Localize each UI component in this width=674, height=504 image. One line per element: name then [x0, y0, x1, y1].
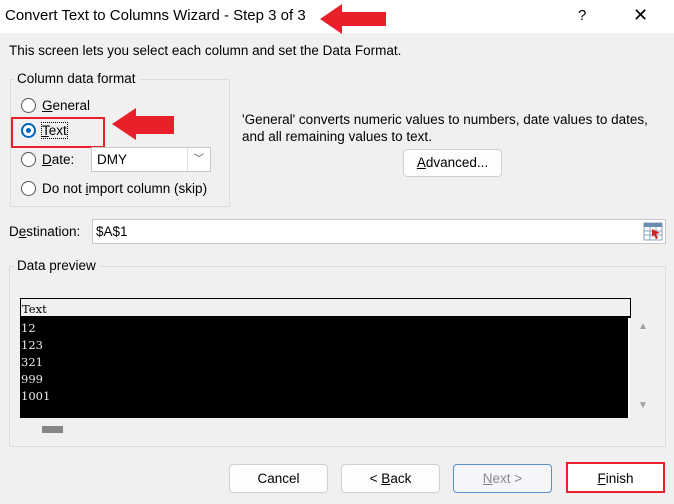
chevron-down-icon[interactable]: ﹀	[187, 148, 210, 171]
horizontal-scrollbar-thumb[interactable]	[42, 426, 63, 433]
preview-body: 12 123 321 999 1001	[20, 318, 630, 418]
preview-row: 1001	[21, 389, 51, 403]
radio-date-label: Date:	[42, 152, 74, 167]
mnemonic: B	[381, 471, 391, 486]
label-rest: dvanced...	[425, 155, 489, 170]
cancel-label: Cancel	[257, 471, 300, 486]
close-button[interactable]: ✕	[633, 5, 648, 26]
radio-general-label: General	[42, 98, 90, 113]
label-rest: eneral	[52, 98, 91, 113]
radio-skip-label: Do not import column (skip)	[42, 181, 207, 196]
mnemonic: D	[42, 152, 52, 167]
label-rest: ack	[390, 471, 412, 486]
radio-circle-icon	[21, 98, 36, 113]
preview-column-header[interactable]: Text	[20, 298, 631, 318]
preview-row: 123	[21, 338, 43, 352]
column-data-format-label: Column data format	[14, 71, 139, 86]
red-arrow-annotation-icon	[320, 4, 386, 34]
date-format-value: DMY	[97, 152, 127, 167]
label-rest: inish	[605, 471, 634, 486]
range-select-icon[interactable]	[643, 222, 663, 241]
red-arrow-annotation-icon	[112, 108, 174, 140]
preview-row: 12	[21, 321, 36, 335]
radio-general[interactable]: General	[21, 98, 90, 113]
mnemonic: A	[416, 155, 426, 170]
label-rest: mport column (skip)	[88, 181, 208, 196]
preview-row: 321	[21, 355, 43, 369]
mnemonic: G	[42, 98, 53, 113]
label-rest: ext >	[492, 471, 523, 486]
back-button[interactable]: < Back	[341, 464, 440, 493]
label-pre: D	[9, 224, 19, 239]
radio-circle-icon	[21, 152, 36, 167]
intro-text: This screen lets you select each column …	[9, 43, 402, 58]
help-button[interactable]: ?	[578, 7, 586, 24]
radio-circle-icon	[21, 181, 36, 196]
label-pre: Do not	[42, 181, 86, 196]
label-rest: ate:	[51, 152, 75, 167]
destination-label: Destination:	[9, 224, 80, 239]
data-preview-label: Data preview	[14, 258, 99, 273]
mnemonic: N	[482, 471, 493, 486]
cancel-button[interactable]: Cancel	[229, 464, 328, 493]
data-preview-grid[interactable]: Text 12 123 321 999 1001	[20, 298, 631, 418]
finish-button[interactable]: Finish	[566, 462, 665, 493]
radio-date[interactable]: Date:	[21, 152, 74, 167]
mnemonic: F	[597, 471, 606, 486]
scroll-down-icon[interactable]: ▼	[638, 400, 648, 411]
preview-header-text: Text	[22, 302, 47, 316]
format-description: 'General' converts numeric values to num…	[242, 112, 648, 144]
label-pre: <	[369, 471, 382, 486]
date-format-select[interactable]: DMY ﹀	[91, 147, 211, 172]
label-rest: stination:	[26, 224, 81, 239]
title-bar: Convert Text to Columns Wizard - Step 3 …	[0, 0, 674, 34]
scroll-up-icon[interactable]: ▲	[638, 321, 648, 332]
destination-value: $A$1	[96, 224, 128, 239]
preview-row: 999	[21, 372, 43, 386]
radio-skip[interactable]: Do not import column (skip)	[21, 181, 207, 196]
next-button[interactable]: Next >	[453, 464, 552, 493]
window-title: Convert Text to Columns Wizard - Step 3 …	[5, 7, 306, 24]
destination-input[interactable]: $A$1	[92, 219, 666, 244]
advanced-button[interactable]: Advanced...	[403, 149, 502, 177]
text-option-highlight	[11, 117, 105, 148]
